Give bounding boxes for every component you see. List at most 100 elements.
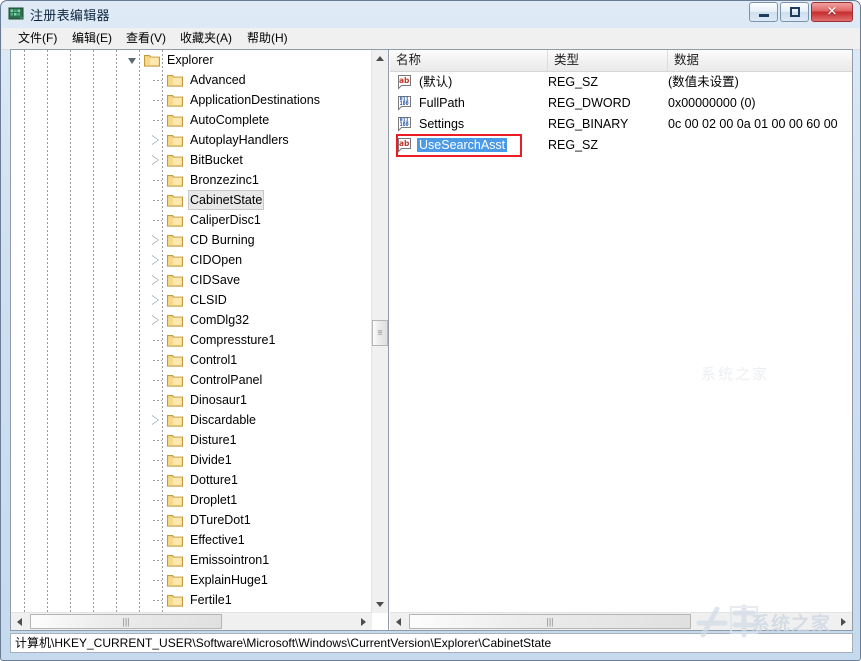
- tree-node-label: Compressture1: [190, 333, 276, 347]
- tree-expander-expanded-icon[interactable]: [128, 58, 136, 64]
- folder-icon: [167, 173, 183, 187]
- tree-node[interactable]: ExplainHuge1: [11, 570, 374, 590]
- value-row[interactable]: ab (默认) REG_SZ (数值未设置): [390, 72, 852, 93]
- tree-scroll-left-button[interactable]: [11, 613, 28, 630]
- tree-node[interactable]: Discardable: [11, 410, 374, 430]
- folder-icon: [167, 133, 183, 147]
- tree-node[interactable]: Divide1: [11, 450, 374, 470]
- tree-node[interactable]: DTureDot1: [11, 510, 374, 530]
- tree-node[interactable]: CaliperDisc1: [11, 210, 374, 230]
- tree-node[interactable]: Disture1: [11, 430, 374, 450]
- tree-elbow-line: [153, 380, 162, 381]
- chevron-up-icon: [376, 56, 384, 61]
- tree-scrollbar-thumb[interactable]: ≡: [372, 320, 388, 346]
- tree-node[interactable]: CIDOpen: [11, 250, 374, 270]
- tree-node[interactable]: Effective1: [11, 530, 374, 550]
- tree-node[interactable]: CIDSave: [11, 270, 374, 290]
- tree-node[interactable]: Compressture1: [11, 330, 374, 350]
- tree-expander-collapsed-icon[interactable]: [152, 415, 159, 425]
- folder-icon: [167, 553, 183, 567]
- tree-node-label: CabinetState: [188, 190, 265, 210]
- registry-values-list[interactable]: 名称 类型 数据 ab (默认) REG_SZ (数值未设置) 011 100 FullPa…: [390, 50, 852, 630]
- close-button[interactable]: ✕: [811, 2, 853, 22]
- value-name-text: (默认): [419, 75, 453, 89]
- folder-icon: [167, 533, 183, 547]
- tree-expander-collapsed-icon[interactable]: [152, 235, 159, 245]
- column-header-type[interactable]: 类型: [548, 50, 668, 71]
- value-type-cell: REG_SZ: [548, 138, 599, 152]
- tree-node[interactable]: ComDlg32: [11, 310, 374, 330]
- tree-node-label: DTureDot1: [190, 513, 251, 527]
- svg-text:ab: ab: [399, 139, 410, 148]
- value-data-cell: 0x00000000 (0): [668, 96, 756, 110]
- close-icon: ✕: [826, 4, 838, 20]
- menu-item-edit[interactable]: 编辑(E): [66, 30, 118, 47]
- column-header-data[interactable]: 数据: [668, 50, 852, 71]
- tree-node-label: ControlPanel: [190, 373, 263, 387]
- maximize-button[interactable]: [780, 2, 809, 22]
- tree-expander-collapsed-icon[interactable]: [152, 295, 159, 305]
- tree-elbow-line: [153, 540, 162, 541]
- tree-node[interactable]: Bronzezinc1: [11, 170, 374, 190]
- tree-node[interactable]: CD Burning: [11, 230, 374, 250]
- folder-icon: [167, 193, 183, 207]
- values-scroll-right-button[interactable]: [835, 613, 852, 630]
- folder-icon: [167, 153, 183, 167]
- registry-editor-window: 注册表编辑器 ✕ 文件(F) 编辑(E) 查看(V) 收藏夹(A) 帮助(H): [0, 0, 861, 661]
- value-row[interactable]: 011 100 FullPath REG_DWORD 0x00000000 (0): [390, 93, 852, 114]
- tree-node-label: ExplainHuge1: [190, 573, 268, 587]
- menu-item-view[interactable]: 查看(V): [120, 30, 172, 47]
- tree-scroll-down-button[interactable]: [372, 596, 388, 613]
- tree-expander-collapsed-icon[interactable]: [152, 315, 159, 325]
- tree-elbow-line: [153, 440, 162, 441]
- registry-key-tree[interactable]: Explorer Advanced ApplicationDestinations A…: [11, 50, 389, 630]
- values-horizontal-scrollbar[interactable]: |||: [390, 612, 852, 630]
- minimize-button[interactable]: [749, 2, 778, 22]
- tree-node-label: CaliperDisc1: [190, 213, 261, 227]
- tree-node[interactable]: Emissointron1: [11, 550, 374, 570]
- values-hscrollbar-thumb[interactable]: |||: [409, 614, 691, 629]
- value-type-cell: REG_DWORD: [548, 96, 631, 110]
- tree-node[interactable]: Dotture1: [11, 470, 374, 490]
- tree-elbow-line: [153, 500, 162, 501]
- tree-node[interactable]: Explorer: [11, 50, 374, 70]
- folder-icon: [167, 573, 183, 587]
- column-header-name[interactable]: 名称: [390, 50, 548, 71]
- tree-horizontal-scrollbar[interactable]: |||: [11, 612, 372, 630]
- tree-scroll-up-button[interactable]: [372, 50, 388, 67]
- tree-scroll-right-button[interactable]: [355, 613, 372, 630]
- tree-elbow-line: [153, 220, 162, 221]
- tree-node[interactable]: Droplet1: [11, 490, 374, 510]
- tree-node[interactable]: AutoplayHandlers: [11, 130, 374, 150]
- tree-node-label: CIDSave: [190, 273, 241, 287]
- tree-node[interactable]: CLSID: [11, 290, 374, 310]
- tree-hscrollbar-thumb[interactable]: |||: [30, 614, 222, 629]
- tree-node[interactable]: ApplicationDestinations: [11, 90, 374, 110]
- tree-expander-collapsed-icon[interactable]: [152, 275, 159, 285]
- value-row[interactable]: 011 100 Settings REG_BINARY 0c 00 02 00 0a 0…: [390, 114, 852, 135]
- value-type-cell: REG_SZ: [548, 75, 599, 89]
- tree-node[interactable]: ControlPanel: [11, 370, 374, 390]
- value-name-text: Settings: [419, 117, 465, 131]
- tree-node[interactable]: Fertile1: [11, 590, 374, 610]
- folder-icon: [167, 273, 183, 287]
- tree-elbow-line: [153, 480, 162, 481]
- tree-node[interactable]: CabinetState: [11, 190, 374, 210]
- svg-text:100: 100: [400, 101, 409, 107]
- tree-node[interactable]: Control1: [11, 350, 374, 370]
- folder-icon: [167, 593, 183, 607]
- tree-node[interactable]: AutoComplete: [11, 110, 374, 130]
- tree-node[interactable]: Advanced: [11, 70, 374, 90]
- grip-icon: |||: [122, 616, 130, 626]
- tree-node[interactable]: Dinosaur1: [11, 390, 374, 410]
- value-row[interactable]: ab UseSearchAsst REG_SZ: [390, 135, 852, 156]
- tree-expander-collapsed-icon[interactable]: [152, 155, 159, 165]
- values-scroll-left-button[interactable]: [390, 613, 407, 630]
- tree-expander-collapsed-icon[interactable]: [152, 135, 159, 145]
- tree-node[interactable]: BitBucket: [11, 150, 374, 170]
- menu-item-help[interactable]: 帮助(H): [241, 30, 294, 47]
- menu-item-favorites[interactable]: 收藏夹(A): [174, 30, 238, 47]
- menu-item-file[interactable]: 文件(F): [12, 30, 63, 47]
- tree-expander-collapsed-icon[interactable]: [152, 255, 159, 265]
- tree-vertical-scrollbar[interactable]: ≡: [371, 50, 388, 613]
